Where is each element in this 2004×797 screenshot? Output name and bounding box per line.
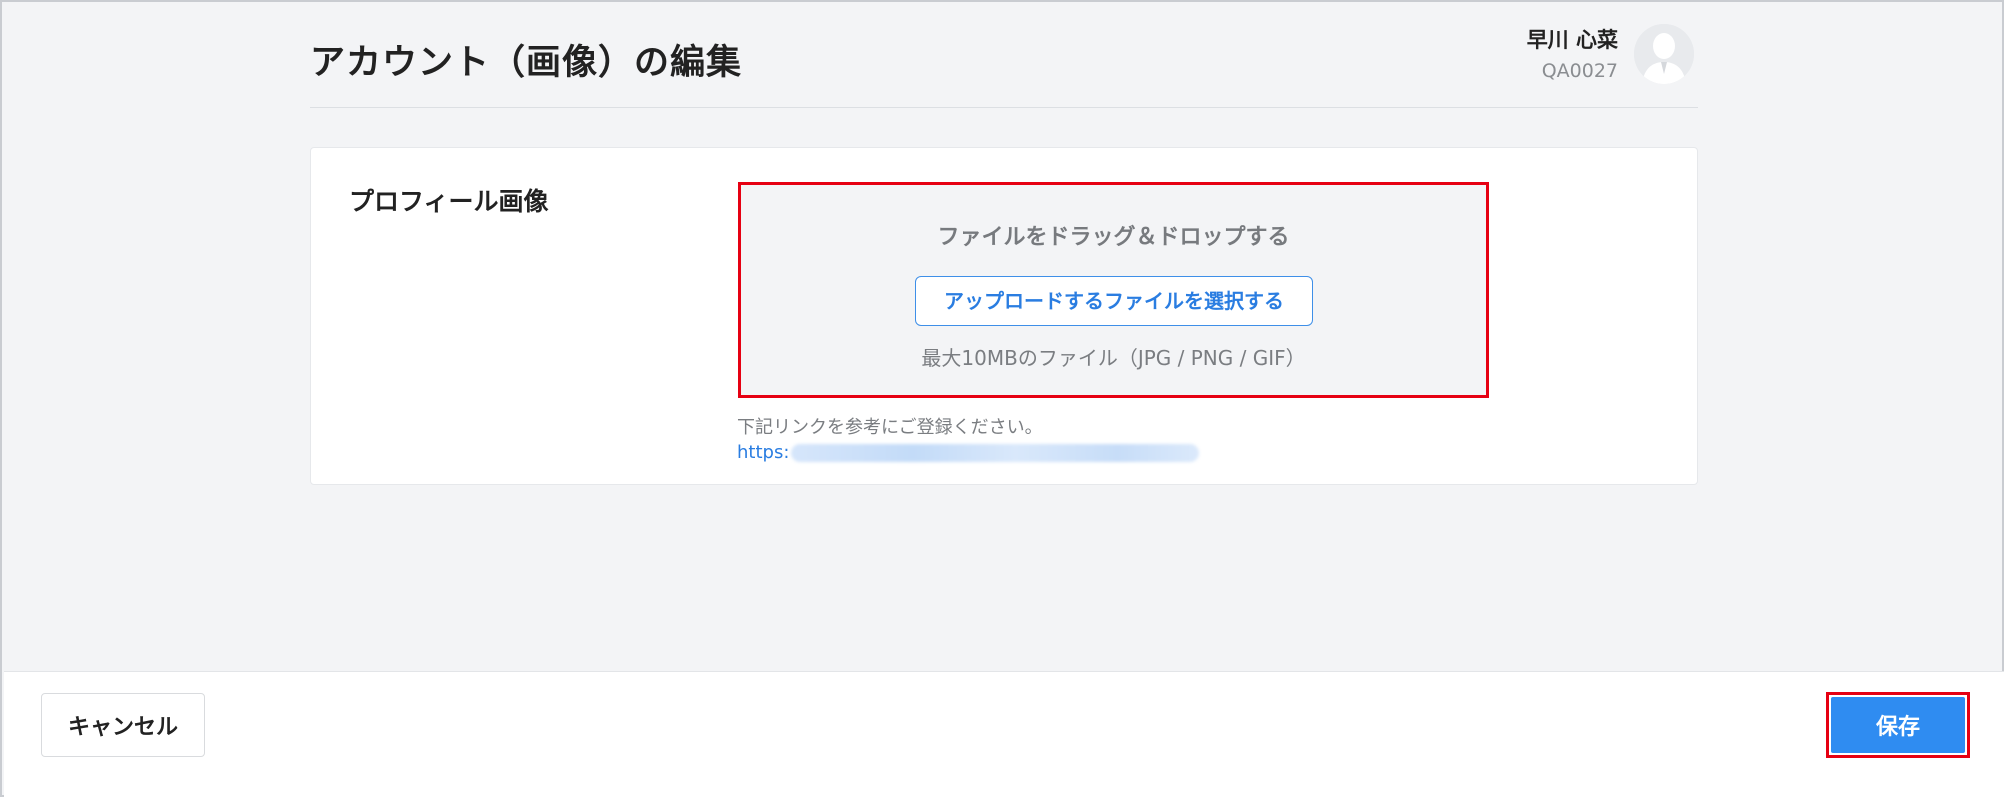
file-dropzone[interactable]: ファイルをドラッグ＆ドロップする アップロードするファイルを選択する 最大10M… bbox=[738, 182, 1489, 398]
select-file-button[interactable]: アップロードするファイルを選択する bbox=[915, 276, 1313, 326]
profile-image-label: プロフィール画像 bbox=[349, 187, 549, 216]
profile-image-card: プロフィール画像 ファイルをドラッグ＆ドロップする アップロードするファイルを選… bbox=[310, 147, 1698, 485]
save-button[interactable]: 保存 bbox=[1831, 697, 1965, 753]
page-header: アカウント（画像）の編集 早川 心菜 QA0027 bbox=[310, 20, 1698, 108]
file-limit-text: 最大10MBのファイル（JPG / PNG / GIF） bbox=[921, 346, 1306, 370]
footer-bar: キャンセル 保存 bbox=[4, 671, 2004, 797]
default-user-avatar-icon[interactable] bbox=[1634, 24, 1694, 84]
user-code: QA0027 bbox=[1541, 60, 1618, 82]
page-title: アカウント（画像）の編集 bbox=[310, 43, 743, 83]
app-frame: アカウント（画像）の編集 早川 心菜 QA0027 プロフィール画像 ファイルを… bbox=[0, 0, 2004, 797]
reference-link[interactable]: https: bbox=[737, 442, 1200, 463]
reference-link-prefix: https: bbox=[737, 442, 790, 463]
dropzone-text: ファイルをドラッグ＆ドロップする bbox=[937, 225, 1290, 250]
user-name: 早川 心菜 bbox=[1526, 28, 1618, 52]
cancel-button[interactable]: キャンセル bbox=[41, 693, 205, 757]
save-button-highlight: 保存 bbox=[1826, 692, 1970, 758]
redacted-url bbox=[791, 444, 1200, 462]
reference-note: 下記リンクを参考にご登録ください。 bbox=[737, 417, 1043, 438]
